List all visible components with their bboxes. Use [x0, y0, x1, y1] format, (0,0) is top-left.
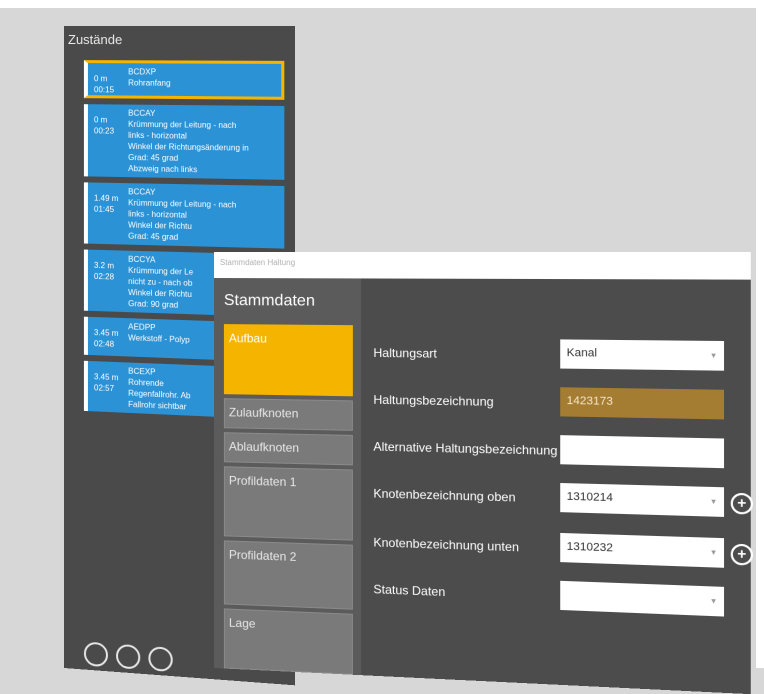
field-label-alternative-haltungsbezeichnung: Alternative Haltungsbezeichnung	[373, 439, 557, 458]
zustand-position: 0 m 00:15	[94, 73, 114, 95]
right-bar	[756, 0, 764, 668]
zustand-position: 3.2 m 02:28	[94, 260, 114, 283]
nav-aufbau[interactable]: Aufbau	[224, 324, 353, 396]
circle-button-icon[interactable]	[148, 646, 172, 672]
field-label-haltungsbezeichnung: Haltungsbezeichnung	[373, 393, 493, 409]
zustaende-title: Zustände	[68, 32, 122, 47]
top-bar	[0, 0, 764, 8]
field-label-status-daten: Status Daten	[373, 582, 445, 599]
zustand-position: 3.45 m 02:48	[94, 327, 119, 350]
zustand-text: Grad: 45 grad	[128, 231, 280, 246]
zustand-code: BCDXP	[128, 66, 277, 78]
chevron-down-icon: ▼	[710, 598, 718, 606]
circle-button-icon[interactable]	[116, 644, 140, 670]
field-label-knotenbezeichnung-oben: Knotenbezeichnung oben	[373, 486, 515, 504]
nav-ablaufknoten[interactable]: Ablaufknoten	[224, 432, 353, 465]
zustand-position: 0 m 00:23	[94, 114, 114, 136]
zustand-text: Abzweig nach links	[128, 163, 280, 177]
alternative-haltungsbezeichnung-input[interactable]	[560, 435, 724, 468]
zustand-item[interactable]: 0 m 00:23 BCCAY Krümmung der Leitung - na…	[84, 104, 284, 180]
knotenbezeichnung-unten-select[interactable]: 1310232 ▼	[560, 533, 724, 568]
status-daten-select[interactable]: ▼	[560, 581, 724, 617]
zustand-text: Rohranfang	[128, 77, 277, 89]
knotenbezeichnung-oben-select[interactable]: 1310214 ▼	[560, 483, 724, 517]
field-label-knotenbezeichnung-unten: Knotenbezeichnung unten	[373, 535, 519, 554]
page-title: Stammdaten	[224, 292, 315, 311]
chevron-down-icon: ▼	[710, 353, 718, 360]
stammdaten-form: Haltungsart Kanal ▼ Haltungsbezeichnung 1…	[361, 278, 751, 694]
nav-profildaten-2[interactable]: Profildaten 2	[224, 540, 353, 609]
zustand-item[interactable]: 0 m 00:15 BCDXP Rohranfang	[84, 60, 284, 100]
haltungsbezeichnung-input[interactable]: 1423173	[560, 387, 724, 419]
stammdaten-nav: Stammdaten Aufbau Zulaufknoten Ablaufkno…	[214, 278, 361, 675]
plus-circle-icon[interactable]: +	[731, 493, 753, 515]
chevron-down-icon: ▼	[710, 549, 718, 557]
zustand-position: 3.45 m 02:57	[94, 371, 119, 394]
haltungsart-select[interactable]: Kanal ▼	[560, 339, 724, 370]
stammdaten-window: Stammdaten Haltung Stammdaten Aufbau Zul…	[214, 252, 751, 694]
circle-button-icon[interactable]	[84, 641, 108, 667]
zustand-position: 1.49 m 01:45	[94, 193, 119, 216]
zustand-item[interactable]: 1.49 m 01:45 BCCAY Krümmung der Leitung -…	[84, 182, 284, 248]
nav-profildaten-1[interactable]: Profildaten 1	[224, 466, 353, 540]
nav-zulaufknoten[interactable]: Zulaufknoten	[224, 398, 353, 431]
nav-lage[interactable]: Lage	[224, 608, 353, 674]
window-title: Stammdaten Haltung	[214, 252, 751, 280]
plus-circle-icon[interactable]: +	[731, 544, 753, 566]
field-label-haltungsart: Haltungsart	[373, 346, 437, 361]
chevron-down-icon: ▼	[710, 499, 718, 507]
